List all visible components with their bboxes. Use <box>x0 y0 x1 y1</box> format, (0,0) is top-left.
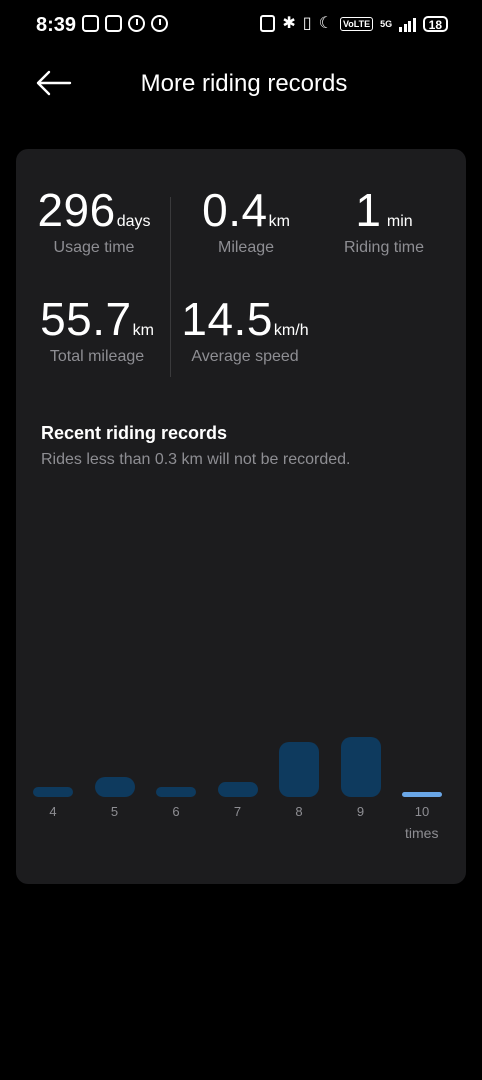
nfc-icon <box>260 15 276 32</box>
tick-label-10: 10 <box>414 804 430 819</box>
riding-records-chart[interactable]: 4 5 6 7 8 9 10 times <box>16 709 466 859</box>
notification-icons <box>82 15 168 32</box>
bar-9[interactable] <box>340 737 381 797</box>
recent-records-subtitle: Rides less than 0.3 km will not be recor… <box>41 451 351 468</box>
header: More riding records <box>0 52 482 116</box>
page-title: More riding records <box>140 70 348 97</box>
status-bar: 8:39 ✱ ▯ ☾ VoLTE 5G 18 <box>0 0 482 52</box>
stat-average-speed: 14.5km/h Average speed <box>176 292 314 366</box>
signal-icon <box>399 16 416 32</box>
riding-time-value: 1 <box>355 184 382 236</box>
page: 8:39 ✱ ▯ ☾ VoLTE 5G 18 More riding recor… <box>0 0 482 1080</box>
mileage-label: Mileage <box>217 239 275 256</box>
bar-8[interactable] <box>279 742 319 797</box>
bar-6[interactable] <box>156 787 196 797</box>
status-time: 8:39 <box>36 14 77 36</box>
network-type: 5G <box>380 18 393 29</box>
app-notification-icon <box>82 15 99 32</box>
tick-label-9: 9 <box>356 804 365 819</box>
bar-5[interactable] <box>94 777 135 797</box>
bar-7[interactable] <box>217 782 258 797</box>
alert-icon <box>151 15 168 32</box>
stat-mileage: 0.4km Mileage <box>186 183 306 257</box>
mileage-unit: km <box>268 213 290 230</box>
bar-10[interactable] <box>402 792 442 797</box>
usage-time-label: Usage time <box>53 239 135 256</box>
total-mileage-label: Total mileage <box>49 348 145 365</box>
battery-level: 18 <box>428 17 442 32</box>
usage-time-value: 296 <box>37 184 116 236</box>
tick-label-6: 6 <box>172 804 180 819</box>
recent-records-title: Recent riding records <box>41 423 228 443</box>
riding-time-label: Riding time <box>343 239 425 256</box>
tick-label-4: 4 <box>49 804 57 819</box>
average-speed-value: 14.5 <box>181 293 273 345</box>
tick-label-5: 5 <box>110 804 119 819</box>
usage-time-unit: days <box>116 213 151 230</box>
volte-icon: VoLTE <box>339 16 374 31</box>
mileage-value: 0.4 <box>202 184 268 236</box>
battery-icon: 18 <box>422 15 448 32</box>
stats-divider <box>170 197 171 377</box>
stat-usage-time: 296days Usage time <box>34 183 154 257</box>
average-speed-unit: km/h <box>273 322 309 339</box>
stat-total-mileage: 55.7km Total mileage <box>34 292 160 366</box>
stat-riding-time: 1 min Riding time <box>334 183 434 257</box>
riding-records-card: 296days Usage time 0.4km Mileage 1 min R… <box>16 149 466 884</box>
system-icons: ✱ ▯ ☾ VoLTE 5G 18 <box>260 15 448 32</box>
alert-icon <box>128 15 145 32</box>
x-axis-unit-label: times <box>405 825 439 841</box>
heart-app-icon <box>105 15 122 32</box>
total-mileage-value: 55.7 <box>40 293 132 345</box>
vibrate-icon: ▯ <box>302 15 312 32</box>
total-mileage-unit: km <box>132 322 154 339</box>
bluetooth-icon: ✱ <box>282 15 296 32</box>
riding-time-unit: min <box>386 213 413 230</box>
moon-icon: ☾ <box>318 15 333 32</box>
bar-4[interactable] <box>33 787 73 797</box>
tick-label-7: 7 <box>233 804 242 819</box>
average-speed-label: Average speed <box>191 348 299 365</box>
tick-label-8: 8 <box>295 804 303 819</box>
